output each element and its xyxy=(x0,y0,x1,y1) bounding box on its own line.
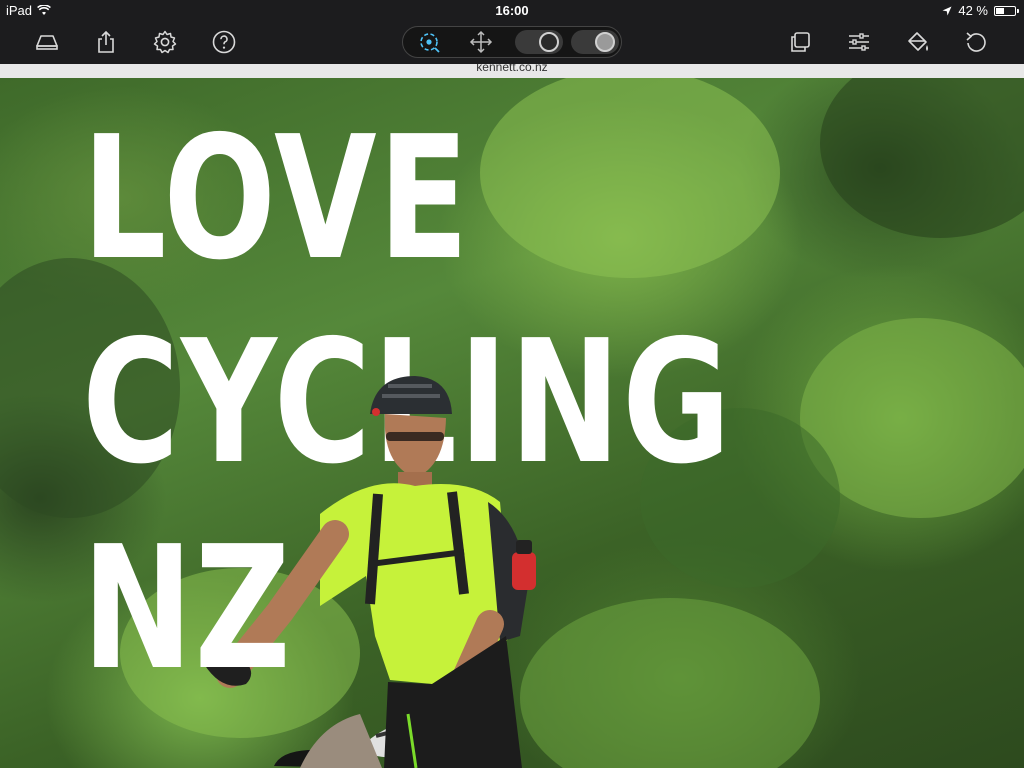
share-icon xyxy=(98,30,114,53)
mode-switcher xyxy=(402,26,622,58)
layout-button[interactable] xyxy=(33,28,61,56)
sliders-icon xyxy=(849,33,869,51)
fern-foliage xyxy=(480,78,780,278)
gear-icon xyxy=(153,30,177,54)
dark-mode-knob xyxy=(539,32,559,52)
page-url-text: kennett.co.nz xyxy=(476,64,548,74)
status-bar: iPad 16:00 42 % xyxy=(0,0,1024,20)
move-icon xyxy=(469,30,493,54)
paint-bucket-button[interactable] xyxy=(904,28,932,56)
battery-icon xyxy=(994,5,1019,16)
share-button[interactable] xyxy=(92,28,120,56)
hero-image: LOVE CYCLING NZ xyxy=(0,78,1024,768)
paint-bucket-icon xyxy=(908,32,928,51)
help-icon xyxy=(212,30,236,54)
refresh-icon xyxy=(966,32,986,52)
copy-button[interactable] xyxy=(786,28,814,56)
move-button[interactable] xyxy=(463,29,499,55)
zoom-select-button[interactable] xyxy=(411,29,447,55)
headline-line-3: NZ xyxy=(82,510,293,708)
copy-icon xyxy=(791,32,810,52)
light-mode-toggle[interactable] xyxy=(571,30,619,54)
zoom-select-icon xyxy=(420,33,440,53)
headline-line-1: LOVE xyxy=(82,100,471,298)
help-button[interactable] xyxy=(210,28,238,56)
adjust-button[interactable] xyxy=(845,28,873,56)
battery-fill xyxy=(996,7,1004,14)
dark-mode-toggle[interactable] xyxy=(515,30,563,54)
page-url-strip: kennett.co.nz xyxy=(0,64,1024,78)
battery-percent: 42 % xyxy=(958,3,988,18)
fern-foliage xyxy=(520,598,820,768)
status-time: 16:00 xyxy=(495,3,529,18)
toolbar xyxy=(0,20,1024,64)
settings-button[interactable] xyxy=(151,28,179,56)
layout-icon xyxy=(36,35,58,50)
location-arrow-icon xyxy=(942,6,952,15)
light-mode-knob xyxy=(595,32,615,52)
refresh-button[interactable] xyxy=(962,28,990,56)
fern-foliage xyxy=(820,78,1024,238)
